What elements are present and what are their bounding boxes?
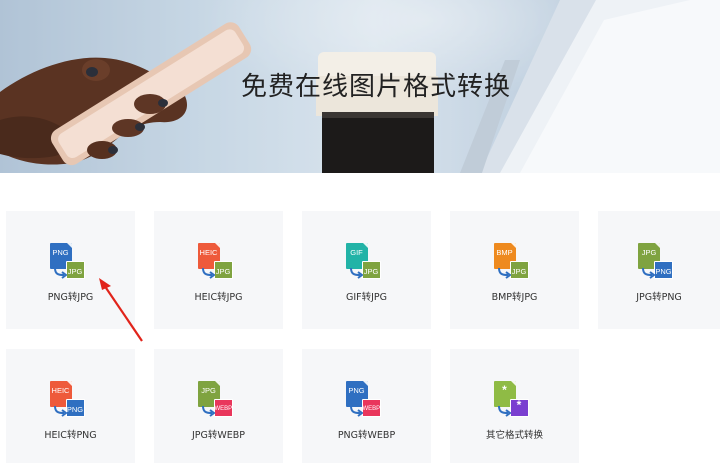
tool-label: GIF转JPG bbox=[345, 292, 388, 303]
curved-arrow-icon bbox=[497, 405, 511, 417]
png-to-webp-icon: PNG WEBP bbox=[345, 381, 390, 419]
tool-label: HEIC转PNG bbox=[44, 430, 97, 441]
target-format-badge: PNG bbox=[65, 399, 85, 417]
tool-label: JPG转WEBP bbox=[191, 430, 246, 441]
tool-card-png-to-jpg[interactable]: PNG JPG PNG转JPG bbox=[6, 211, 135, 329]
heic-to-png-icon: HEIC PNG bbox=[49, 381, 94, 419]
curved-arrow-icon bbox=[53, 267, 67, 279]
curved-arrow-icon bbox=[349, 405, 363, 417]
curved-arrow-icon bbox=[349, 267, 363, 279]
target-format-badge: WEBP bbox=[361, 399, 381, 417]
page-title: 免费在线图片格式转换 bbox=[240, 72, 511, 102]
target-format-badge: PNG bbox=[654, 261, 673, 279]
tool-label: 其它格式转换 bbox=[485, 430, 543, 441]
tool-card-heic-to-png[interactable]: HEIC PNG HEIC转PNG bbox=[6, 349, 135, 463]
curved-arrow-icon bbox=[201, 267, 215, 279]
tool-card-jpg-to-webp[interactable]: JPG WEBP JPG转WEBP bbox=[154, 349, 283, 463]
gif-to-jpg-icon: GIF JPG bbox=[345, 243, 390, 281]
target-format-badge: WEBP bbox=[213, 399, 233, 417]
tool-card-gif-to-jpg[interactable]: GIF JPG GIF转JPG bbox=[302, 211, 431, 329]
page: 免费在线图片格式转换 PNG JPG PNG转JPG HEIC JPG HEIC… bbox=[0, 0, 720, 463]
tool-card-other-formats[interactable]: * * 其它格式转换 bbox=[450, 349, 579, 463]
target-format-badge: JPG bbox=[65, 261, 85, 279]
heic-to-jpg-icon: HEIC JPG bbox=[197, 243, 242, 281]
tool-label: PNG转WEBP bbox=[337, 430, 396, 441]
bmp-to-jpg-icon: BMP JPG bbox=[493, 243, 538, 281]
tool-label: BMP转JPG bbox=[491, 292, 538, 303]
tool-card-jpg-to-png[interactable]: JPG PNG JPG转PNG bbox=[598, 211, 720, 329]
curved-arrow-icon bbox=[497, 267, 511, 279]
png-to-jpg-icon: PNG JPG bbox=[49, 243, 94, 281]
tool-card-png-to-webp[interactable]: PNG WEBP PNG转WEBP bbox=[302, 349, 431, 463]
jpg-to-webp-icon: JPG WEBP bbox=[197, 381, 242, 419]
target-format-badge: * bbox=[509, 399, 529, 417]
target-format-badge: JPG bbox=[509, 261, 529, 279]
target-format-badge: JPG bbox=[361, 261, 381, 279]
other-formats-icon: * * bbox=[493, 381, 538, 419]
tool-card-heic-to-jpg[interactable]: HEIC JPG HEIC转JPG bbox=[154, 211, 283, 329]
curved-arrow-icon bbox=[201, 405, 215, 417]
tool-label: PNG转JPG bbox=[47, 292, 94, 303]
hero-banner: 免费在线图片格式转换 bbox=[0, 0, 720, 173]
curved-arrow-icon bbox=[642, 267, 655, 279]
curved-arrow-icon bbox=[53, 405, 67, 417]
tool-card-bmp-to-jpg[interactable]: BMP JPG BMP转JPG bbox=[450, 211, 579, 329]
target-format-badge: JPG bbox=[213, 261, 233, 279]
tool-label: HEIC转JPG bbox=[194, 292, 243, 303]
tool-label: JPG转PNG bbox=[636, 292, 682, 303]
jpg-to-png-icon: JPG PNG bbox=[638, 243, 682, 281]
